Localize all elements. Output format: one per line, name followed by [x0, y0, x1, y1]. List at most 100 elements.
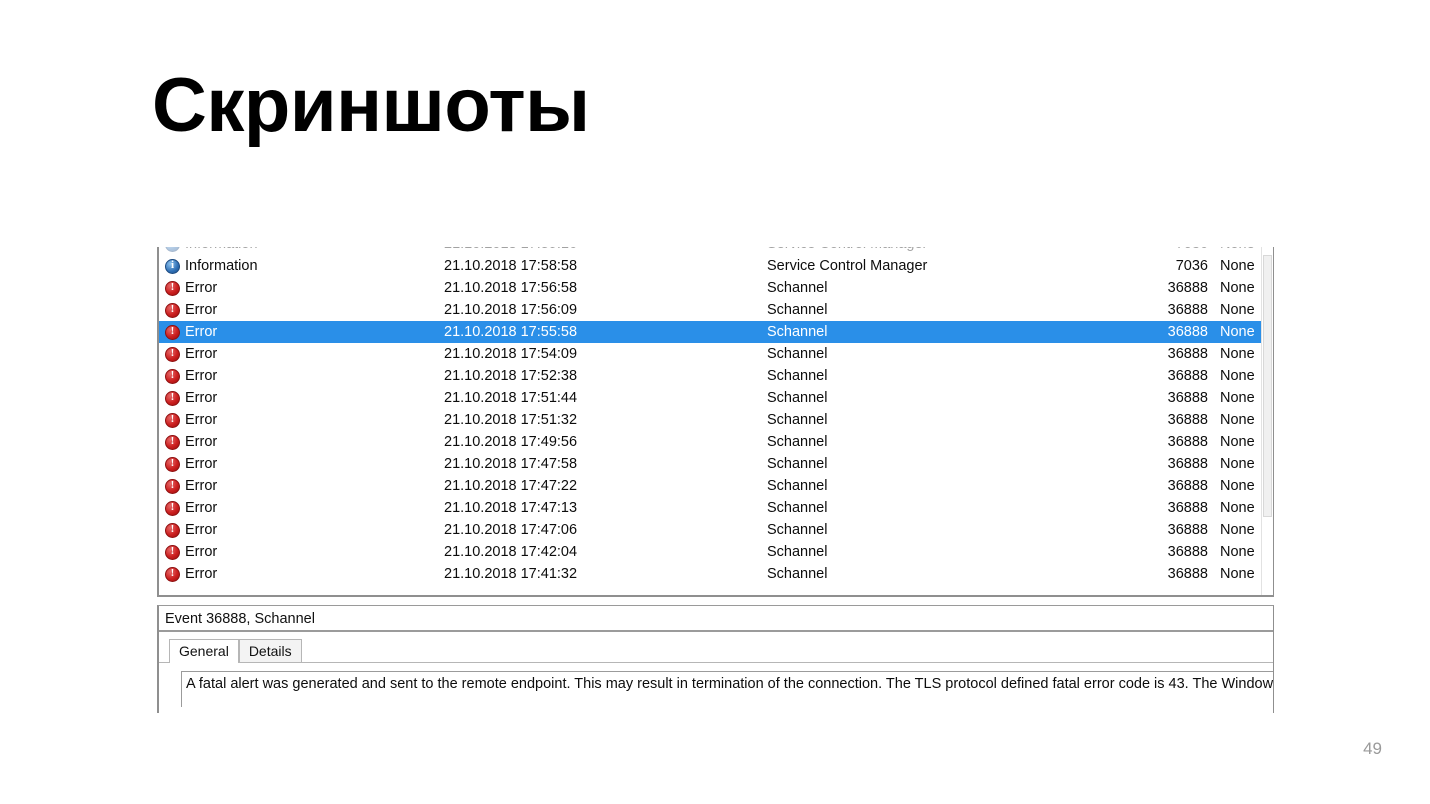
cell-event-id: 36888 [1167, 522, 1208, 538]
cell-date-time: 21.10.2018 17:58:58 [444, 258, 578, 274]
cell-event-id: 36888 [1167, 346, 1208, 362]
event-list-rows[interactable]: iInformation21.10.2018 17:59:16Service C… [159, 247, 1261, 595]
table-row[interactable]: ! Error 21.10.2018 17:47:06 Schannel 36888 No… [159, 519, 1261, 541]
cell-date-time: 21.10.2018 17:49:56 [444, 434, 578, 450]
error-icon: ! [165, 302, 180, 318]
cell-date-time: 21.10.2018 17:47:06 [444, 522, 578, 538]
table-row[interactable]: ! Error 21.10.2018 17:47:13 Schannel 36888 No… [159, 497, 1261, 519]
cell-level-text: Error [185, 500, 218, 516]
cell-task-category: None [1220, 368, 1255, 384]
event-list-scrollbar[interactable] [1261, 247, 1272, 595]
cell-level: ! Error [159, 346, 441, 362]
cell-event-id: 36888 [1167, 544, 1208, 560]
cell-level-text: Error [185, 346, 218, 362]
cell-date-time: 21.10.2018 17:56:58 [444, 280, 578, 296]
cell-event-id: 36888 [1167, 478, 1208, 494]
cell-level: i Information [159, 258, 441, 274]
tab-general[interactable]: General [169, 639, 239, 664]
cell-level: ! Error [159, 544, 441, 560]
error-icon: ! [165, 346, 180, 362]
table-row[interactable]: i Information 21.10.2018 17:58:58 Service C… [159, 255, 1261, 277]
cell-event-id: 7036 [1146, 247, 1208, 252]
cell-task-category: None [1220, 302, 1255, 318]
cell-event-id: 36888 [1167, 302, 1208, 318]
cell-task-category: None [1220, 544, 1255, 560]
cell-source: Schannel [767, 346, 828, 362]
table-row[interactable]: ! Error 21.10.2018 17:47:58 Schannel 36888 No… [159, 453, 1261, 475]
event-details-tabstrip: General Details [159, 639, 1273, 664]
cell-level-text: Error [185, 566, 218, 582]
cell-event-id: 36888 [1167, 390, 1208, 406]
cell-task-category: None [1220, 390, 1255, 406]
cell-date-time: 21.10.2018 17:52:38 [444, 368, 578, 384]
cell-level: ! Error [159, 500, 441, 516]
tab-details[interactable]: Details [238, 639, 302, 663]
error-icon: ! [165, 434, 180, 450]
cell-source: Schannel [767, 566, 828, 582]
cell-level-text: Error [185, 368, 218, 384]
cell-event-id: 36888 [1167, 368, 1208, 384]
cell-source: Schannel [767, 302, 828, 318]
cell-level-text: Error [185, 456, 218, 472]
cell-level: ! Error [159, 390, 441, 406]
table-row[interactable]: ! Error 21.10.2018 17:42:04 Schannel 36888 No… [159, 541, 1261, 563]
error-icon: ! [165, 566, 180, 582]
cell-source: Schannel [767, 412, 828, 428]
error-icon: ! [165, 324, 180, 340]
cell-level: ! Error [159, 368, 441, 384]
cell-level-text: Error [185, 544, 218, 560]
error-icon: ! [165, 390, 180, 406]
page-title: Скриншоты [152, 63, 590, 148]
cell-date-time: 21.10.2018 17:47:13 [444, 500, 578, 516]
error-icon: ! [165, 522, 180, 538]
cell-date-time: 21.10.2018 17:47:58 [444, 456, 578, 472]
cell-source: Schannel [767, 544, 828, 560]
cell-source: Schannel [767, 522, 828, 538]
cell-level-text: Information [185, 258, 258, 274]
cell-task-category: None [1220, 566, 1255, 582]
cell-level-text: Error [185, 478, 218, 494]
table-row[interactable]: ! Error 21.10.2018 17:56:09 Schannel 36888 No… [159, 299, 1261, 321]
cell-source: Schannel [767, 390, 828, 406]
cell-task-category: None [1220, 346, 1255, 362]
table-row[interactable]: ! Error 21.10.2018 17:55:58 Schannel 36888 No… [159, 321, 1261, 343]
cell-level: ! Error [159, 566, 441, 582]
cell-task-category: None [1220, 522, 1255, 538]
cell-task-category: None [1220, 456, 1255, 472]
error-icon: ! [165, 456, 180, 472]
information-icon: i [165, 247, 180, 252]
error-icon: ! [165, 544, 180, 560]
cell-task-category: None [1220, 478, 1255, 494]
cell-date-time: 21.10.2018 17:54:09 [444, 346, 578, 362]
cell-task-category: None [1220, 434, 1255, 450]
table-row[interactable]: ! Error 21.10.2018 17:51:44 Schannel 36888 No… [159, 387, 1261, 409]
cell-task-category: None [1220, 324, 1255, 340]
event-details-pane: Event 36888, Schannel General Details A f… [157, 605, 1274, 713]
table-row[interactable]: ! Error 21.10.2018 17:41:32 Schannel 36888 No… [159, 563, 1261, 585]
slide-page-number: 49 [1363, 739, 1382, 758]
cell-date-time: 21.10.2018 17:47:22 [444, 478, 578, 494]
error-icon: ! [165, 500, 180, 516]
table-row[interactable]: ! Error 21.10.2018 17:49:56 Schannel 36888 No… [159, 431, 1261, 453]
cell-level: i Information [159, 247, 441, 252]
cell-event-id: 36888 [1167, 324, 1208, 340]
cell-level-text: Error [185, 302, 218, 318]
table-row[interactable]: ! Error 21.10.2018 17:56:58 Schannel 36888 No… [159, 277, 1261, 299]
cell-source: Schannel [767, 456, 828, 472]
cell-level-text: Error [185, 324, 218, 340]
cell-source: Schannel [767, 324, 828, 340]
table-row[interactable]: ! Error 21.10.2018 17:47:22 Schannel 36888 No… [159, 475, 1261, 497]
error-icon: ! [165, 412, 180, 428]
cell-task-category: None [1220, 258, 1255, 274]
cell-level-text: Error [185, 412, 218, 428]
table-row[interactable]: ! Error 21.10.2018 17:51:32 Schannel 36888 No… [159, 409, 1261, 431]
event-list-pane[interactable]: iInformation21.10.2018 17:59:16Service C… [157, 247, 1274, 597]
table-row[interactable]: i Information 21.10.2018 17:59:16Service C… [159, 247, 1261, 255]
table-row[interactable]: ! Error 21.10.2018 17:54:09 Schannel 36888 No… [159, 343, 1261, 365]
table-row[interactable]: ! Error 21.10.2018 17:52:38 Schannel 36888 No… [159, 365, 1261, 387]
scrollbar-thumb[interactable] [1263, 255, 1272, 517]
cell-date-time: 21.10.2018 17:56:09 [444, 302, 578, 318]
cell-source: Schannel [767, 280, 828, 296]
information-icon: i [165, 258, 180, 274]
cell-level: ! Error [159, 280, 441, 296]
